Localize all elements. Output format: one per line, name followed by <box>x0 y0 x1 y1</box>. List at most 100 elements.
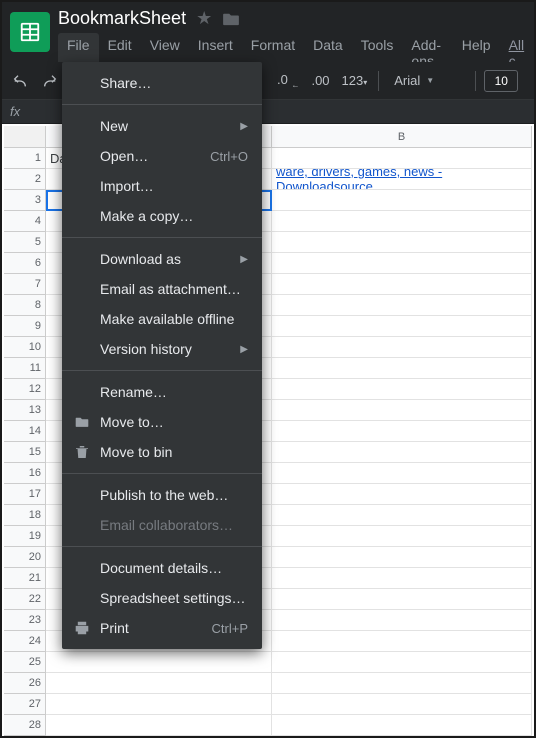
increase-decimal-button[interactable]: .00 <box>308 73 332 88</box>
row-header[interactable]: 19 <box>4 526 46 547</box>
cell[interactable] <box>272 421 532 442</box>
row-header[interactable]: 4 <box>4 211 46 232</box>
row-header[interactable]: 17 <box>4 484 46 505</box>
cell[interactable] <box>272 715 532 736</box>
row-header[interactable]: 18 <box>4 505 46 526</box>
menu-item-spreadsheet-settings[interactable]: Spreadsheet settings… <box>62 583 262 613</box>
row-header[interactable]: 27 <box>4 694 46 715</box>
menu-item-new[interactable]: New▶ <box>62 111 262 141</box>
row-header[interactable]: 1 <box>4 148 46 169</box>
menu-item-rename[interactable]: Rename… <box>62 377 262 407</box>
row-header[interactable]: 9 <box>4 316 46 337</box>
cell[interactable] <box>272 694 532 715</box>
column-header-b[interactable]: B <box>272 126 532 148</box>
row-header[interactable]: 23 <box>4 610 46 631</box>
shortcut-label: Ctrl+P <box>212 621 248 636</box>
formula-bar-label: fx <box>10 104 20 119</box>
row-header[interactable]: 16 <box>4 463 46 484</box>
row-header[interactable]: 10 <box>4 337 46 358</box>
number-format-button[interactable]: 123▾ <box>339 73 371 88</box>
row-header[interactable]: 2 <box>4 169 46 190</box>
trash-icon <box>74 444 90 460</box>
row-header[interactable]: 3 <box>4 190 46 211</box>
redo-button[interactable] <box>38 69 62 93</box>
font-family-select[interactable]: Arial ▼ <box>387 68 467 93</box>
folder-icon <box>74 414 90 430</box>
cell[interactable] <box>272 652 532 673</box>
cell[interactable] <box>272 358 532 379</box>
cell[interactable] <box>272 484 532 505</box>
cell[interactable] <box>272 253 532 274</box>
undo-button[interactable] <box>8 69 32 93</box>
cell[interactable] <box>272 547 532 568</box>
menu-item-move-to[interactable]: Move to… <box>62 407 262 437</box>
cell[interactable] <box>46 652 272 673</box>
chevron-down-icon: ▼ <box>426 76 434 85</box>
select-all-corner[interactable] <box>4 126 46 148</box>
cell[interactable] <box>272 211 532 232</box>
row-header[interactable]: 22 <box>4 589 46 610</box>
cell[interactable] <box>272 505 532 526</box>
row-header[interactable]: 28 <box>4 715 46 736</box>
menu-item-version-history[interactable]: Version history▶ <box>62 334 262 364</box>
cell[interactable] <box>272 274 532 295</box>
cell[interactable] <box>272 148 532 169</box>
decrease-decimal-button[interactable]: .0 ← <box>274 72 302 90</box>
menu-item-email-attachment[interactable]: Email as attachment… <box>62 274 262 304</box>
menu-item-make-copy[interactable]: Make a copy… <box>62 201 262 231</box>
menu-item-document-details[interactable]: Document details… <box>62 553 262 583</box>
shortcut-label: Ctrl+O <box>210 149 248 164</box>
cell[interactable] <box>46 694 272 715</box>
link-text[interactable]: ware, drivers, games, news - Downloadsou… <box>276 169 527 190</box>
menu-item-import[interactable]: Import… <box>62 171 262 201</box>
cell[interactable] <box>272 673 532 694</box>
row-header[interactable]: 26 <box>4 673 46 694</box>
sheets-logo[interactable] <box>10 12 50 52</box>
cell[interactable] <box>272 295 532 316</box>
row-header[interactable]: 15 <box>4 442 46 463</box>
cell[interactable]: ware, drivers, games, news - Downloadsou… <box>272 169 532 190</box>
menu-item-move-to-bin[interactable]: Move to bin <box>62 437 262 467</box>
cell[interactable] <box>272 190 532 211</box>
font-size-input[interactable]: 10 <box>484 70 518 92</box>
menu-item-offline[interactable]: Make available offline <box>62 304 262 334</box>
chevron-right-icon: ▶ <box>240 121 248 132</box>
row-header[interactable]: 20 <box>4 547 46 568</box>
cell[interactable] <box>272 631 532 652</box>
folder-icon[interactable] <box>222 12 240 26</box>
row-header[interactable]: 7 <box>4 274 46 295</box>
row-header[interactable]: 21 <box>4 568 46 589</box>
menu-item-publish[interactable]: Publish to the web… <box>62 480 262 510</box>
sheets-icon <box>19 21 41 43</box>
row-header[interactable]: 6 <box>4 253 46 274</box>
row-header[interactable]: 25 <box>4 652 46 673</box>
cell[interactable] <box>272 568 532 589</box>
cell[interactable] <box>272 610 532 631</box>
cell[interactable] <box>272 526 532 547</box>
row-header[interactable]: 8 <box>4 295 46 316</box>
cell[interactable] <box>272 400 532 421</box>
menu-item-print[interactable]: PrintCtrl+P <box>62 613 262 643</box>
cell[interactable] <box>272 232 532 253</box>
file-menu-dropdown: Share… New▶ Open…Ctrl+O Import… Make a c… <box>62 62 262 649</box>
cell[interactable] <box>272 316 532 337</box>
cell[interactable] <box>272 463 532 484</box>
menu-item-share[interactable]: Share… <box>62 68 262 98</box>
cell[interactable] <box>272 379 532 400</box>
cell[interactable] <box>272 589 532 610</box>
menu-item-download[interactable]: Download as▶ <box>62 244 262 274</box>
row-header[interactable]: 5 <box>4 232 46 253</box>
cell[interactable] <box>272 442 532 463</box>
document-title[interactable]: BookmarkSheet <box>58 8 186 29</box>
row-header[interactable]: 12 <box>4 379 46 400</box>
cell[interactable] <box>272 337 532 358</box>
row-header[interactable]: 14 <box>4 421 46 442</box>
star-icon[interactable]: ★ <box>196 8 212 29</box>
cell[interactable] <box>46 715 272 736</box>
row-header[interactable]: 13 <box>4 400 46 421</box>
chevron-right-icon: ▶ <box>240 254 248 265</box>
row-header[interactable]: 24 <box>4 631 46 652</box>
cell[interactable] <box>46 673 272 694</box>
menu-item-open[interactable]: Open…Ctrl+O <box>62 141 262 171</box>
row-header[interactable]: 11 <box>4 358 46 379</box>
